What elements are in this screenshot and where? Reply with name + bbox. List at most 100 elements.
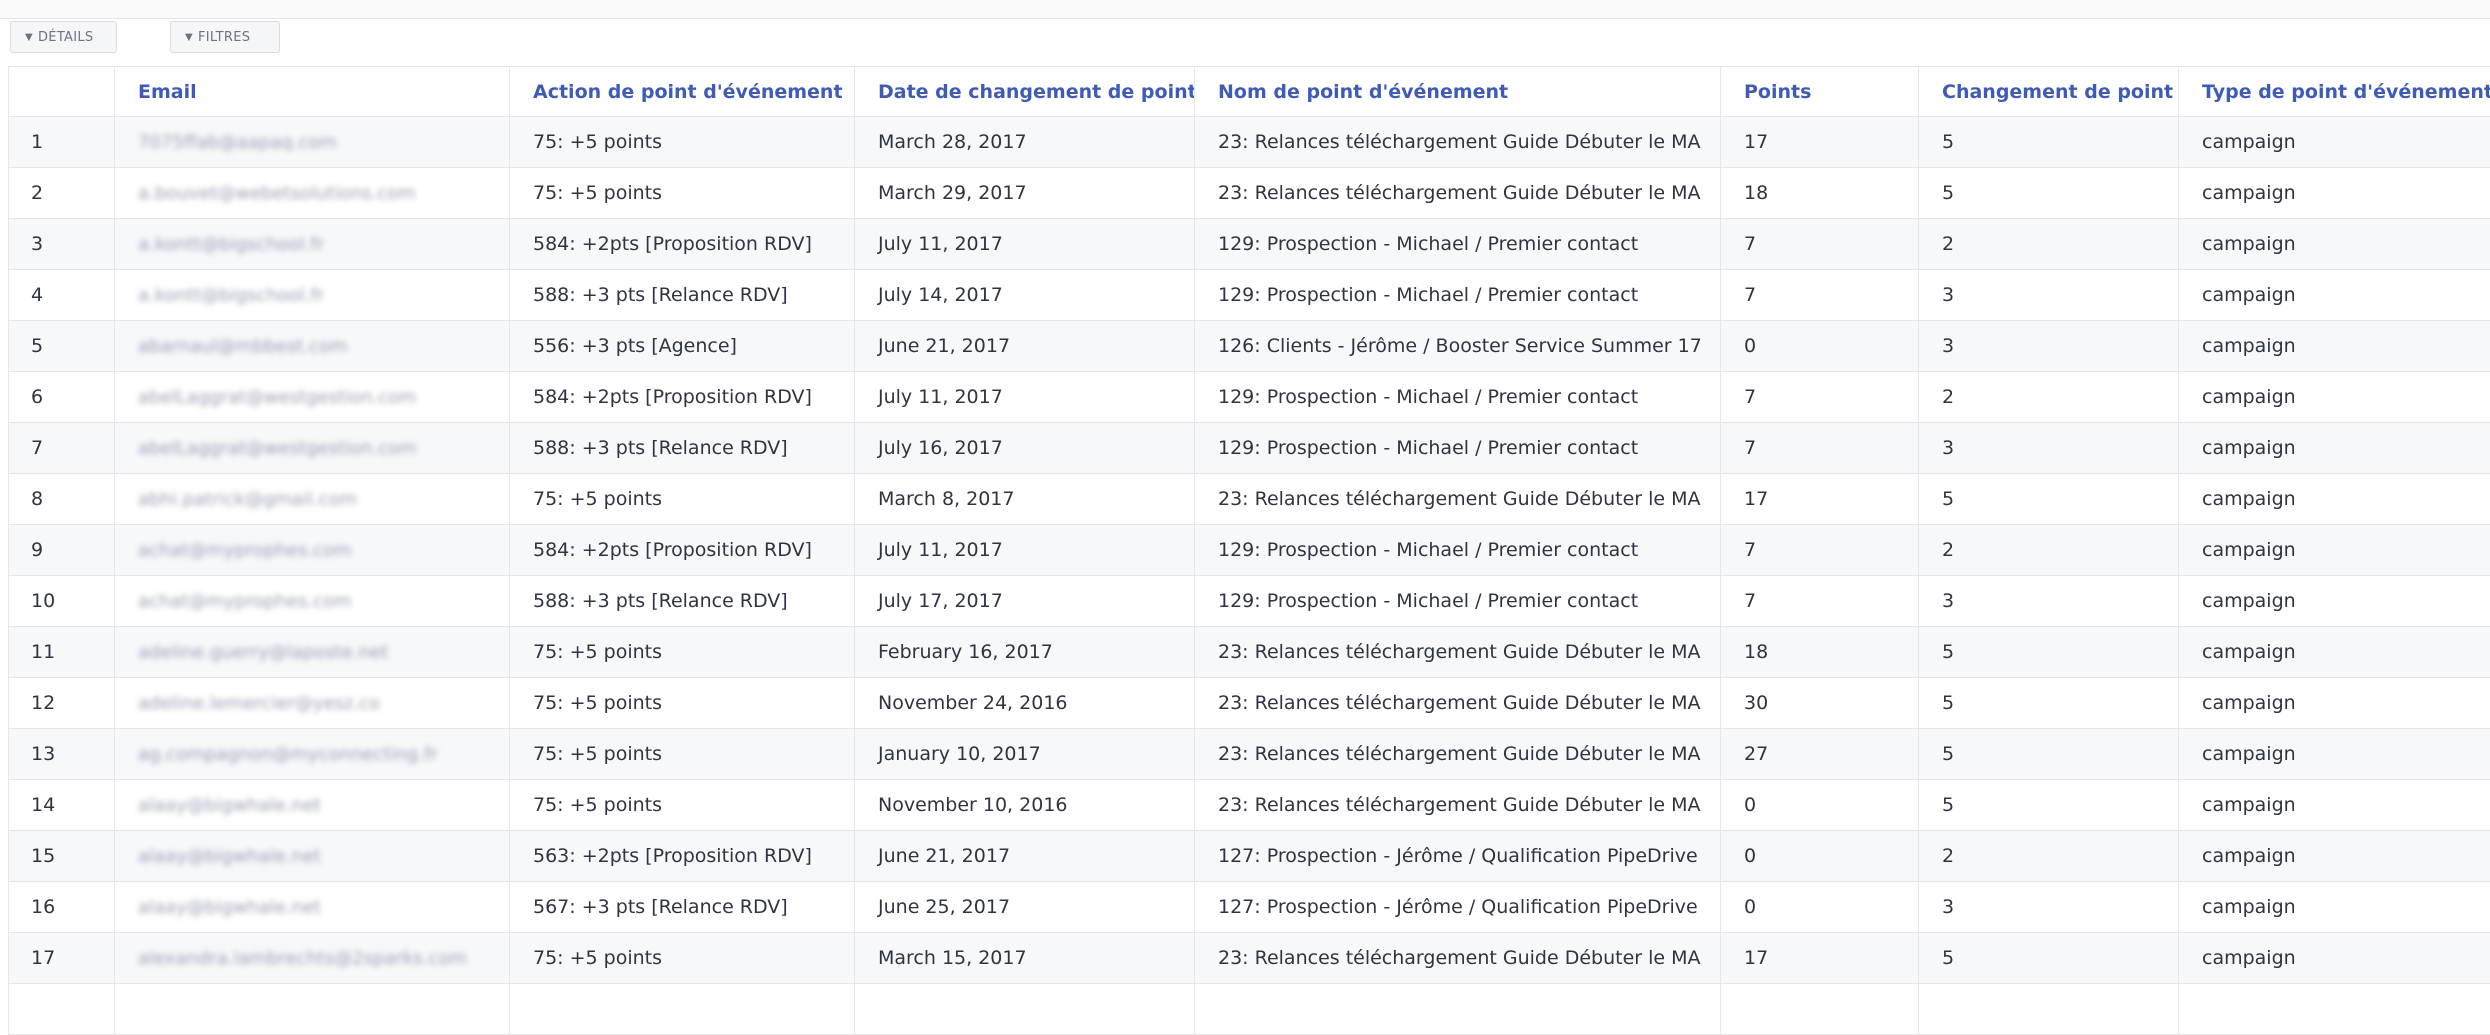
redacted-email: a.bouvet@webetsolutions.com bbox=[138, 183, 416, 204]
row-index: 13 bbox=[9, 729, 115, 780]
point-change-cell: 2 bbox=[1919, 219, 2179, 270]
date-cell: July 14, 2017 bbox=[855, 270, 1195, 321]
details-toggle-button[interactable]: ▼ DÉTAILS bbox=[10, 21, 117, 53]
points-cell: 17 bbox=[1721, 117, 1919, 168]
points-cell: 27 bbox=[1721, 729, 1919, 780]
column-header-points[interactable]: Points bbox=[1721, 67, 1919, 117]
column-header-date[interactable]: Date de changement de point bbox=[855, 67, 1195, 117]
redacted-email: alaay@bigwhale.net bbox=[138, 897, 321, 918]
row-index: 6 bbox=[9, 372, 115, 423]
filters-toggle-button[interactable]: ▼ FILTRES bbox=[170, 21, 280, 53]
event-type-cell: campaign bbox=[2179, 678, 2490, 729]
date-cell: November 10, 2016 bbox=[855, 780, 1195, 831]
points-cell: 17 bbox=[1721, 933, 1919, 984]
date-cell: June 21, 2017 bbox=[855, 321, 1195, 372]
date-cell: July 11, 2017 bbox=[855, 372, 1195, 423]
table-row[interactable]: 5abarnaul@mbbest.com556: +3 pts [Agence]… bbox=[9, 321, 2490, 372]
row-index: 8 bbox=[9, 474, 115, 525]
row-index: 5 bbox=[9, 321, 115, 372]
table-row[interactable]: 3a.kontt@bigschool.fr584: +2pts [Proposi… bbox=[9, 219, 2490, 270]
table-row[interactable]: 2a.bouvet@webetsolutions.com75: +5 point… bbox=[9, 168, 2490, 219]
table-row[interactable]: 6abelLaggrat@westgestion.com584: +2pts [… bbox=[9, 372, 2490, 423]
points-cell: 18 bbox=[1721, 168, 1919, 219]
event-name-cell: 23: Relances téléchargement Guide Débute… bbox=[1195, 474, 1721, 525]
date-cell: March 8, 2017 bbox=[855, 474, 1195, 525]
email-cell: a.kontt@bigschool.fr bbox=[115, 219, 510, 270]
action-cell: 588: +3 pts [Relance RDV] bbox=[510, 423, 855, 474]
table-row[interactable]: 9achat@myprophes.com584: +2pts [Proposit… bbox=[9, 525, 2490, 576]
event-name-cell: 23: Relances téléchargement Guide Débute… bbox=[1195, 780, 1721, 831]
email-cell: alaay@bigwhale.net bbox=[115, 831, 510, 882]
points-cell: 0 bbox=[1721, 321, 1919, 372]
column-header-index[interactable] bbox=[9, 67, 115, 117]
email-cell: abelLaggrat@westgestion.com bbox=[115, 372, 510, 423]
point-change-cell: 3 bbox=[1919, 576, 2179, 627]
date-cell: July 17, 2017 bbox=[855, 576, 1195, 627]
event-type-cell: campaign bbox=[2179, 627, 2490, 678]
table-row[interactable]: 4a.kontt@bigschool.fr588: +3 pts [Relanc… bbox=[9, 270, 2490, 321]
point-change-cell: 2 bbox=[1919, 525, 2179, 576]
results-table: Email Action de point d'événement Date d… bbox=[8, 66, 2490, 1035]
event-name-cell: 127: Prospection - Jérôme / Qualificatio… bbox=[1195, 882, 1721, 933]
row-index: 14 bbox=[9, 780, 115, 831]
column-header-point-change[interactable]: Changement de point bbox=[1919, 67, 2179, 117]
point-change-cell: 2 bbox=[1919, 372, 2179, 423]
event-name-cell: 126: Clients - Jérôme / Booster Service … bbox=[1195, 321, 1721, 372]
date-cell bbox=[855, 984, 1195, 1035]
row-index: 1 bbox=[9, 117, 115, 168]
point-change-cell: 2 bbox=[1919, 831, 2179, 882]
table-row[interactable]: 7abelLaggrat@westgestion.com588: +3 pts … bbox=[9, 423, 2490, 474]
action-cell: 75: +5 points bbox=[510, 627, 855, 678]
action-cell: 75: +5 points bbox=[510, 168, 855, 219]
event-type-cell: campaign bbox=[2179, 423, 2490, 474]
points-cell: 0 bbox=[1721, 831, 1919, 882]
column-header-event-name[interactable]: Nom de point d'événement bbox=[1195, 67, 1721, 117]
row-index: 17 bbox=[9, 933, 115, 984]
column-header-event-type[interactable]: Type de point d'événement bbox=[2179, 67, 2490, 117]
redacted-email: achat@myprophes.com bbox=[138, 540, 352, 561]
points-cell: 7 bbox=[1721, 525, 1919, 576]
event-type-cell: campaign bbox=[2179, 831, 2490, 882]
email-cell: achat@myprophes.com bbox=[115, 576, 510, 627]
event-name-cell: 23: Relances téléchargement Guide Débute… bbox=[1195, 933, 1721, 984]
redacted-email: adeline.lemercier@yesz.co bbox=[138, 693, 380, 714]
email-cell: a.bouvet@webetsolutions.com bbox=[115, 168, 510, 219]
email-cell: abhi.patrick@gmail.com bbox=[115, 474, 510, 525]
event-name-cell: 129: Prospection - Michael / Premier con… bbox=[1195, 219, 1721, 270]
table-row[interactable]: 10achat@myprophes.com588: +3 pts [Relanc… bbox=[9, 576, 2490, 627]
table-row[interactable]: 17075ffab@aapaq.com75: +5 pointsMarch 28… bbox=[9, 117, 2490, 168]
event-name-cell: 23: Relances téléchargement Guide Débute… bbox=[1195, 168, 1721, 219]
action-cell: 588: +3 pts [Relance RDV] bbox=[510, 270, 855, 321]
event-type-cell: campaign bbox=[2179, 525, 2490, 576]
event-type-cell: campaign bbox=[2179, 219, 2490, 270]
points-cell: 7 bbox=[1721, 219, 1919, 270]
event-name-cell: 129: Prospection - Michael / Premier con… bbox=[1195, 270, 1721, 321]
table-row[interactable] bbox=[9, 984, 2490, 1035]
date-cell: February 16, 2017 bbox=[855, 627, 1195, 678]
table-row[interactable]: 11adeline.guerry@laposte.net75: +5 point… bbox=[9, 627, 2490, 678]
column-header-email[interactable]: Email bbox=[115, 67, 510, 117]
row-index: 15 bbox=[9, 831, 115, 882]
column-header-action[interactable]: Action de point d'événement bbox=[510, 67, 855, 117]
row-index: 4 bbox=[9, 270, 115, 321]
table-row[interactable]: 15alaay@bigwhale.net563: +2pts [Proposit… bbox=[9, 831, 2490, 882]
redacted-email: ag.compagnon@myconnecting.fr bbox=[138, 744, 438, 765]
point-change-cell: 5 bbox=[1919, 168, 2179, 219]
redacted-email: abarnaul@mbbest.com bbox=[138, 336, 347, 357]
points-cell: 0 bbox=[1721, 882, 1919, 933]
event-name-cell: 127: Prospection - Jérôme / Qualificatio… bbox=[1195, 831, 1721, 882]
redacted-email: a.kontt@bigschool.fr bbox=[138, 234, 324, 255]
event-name-cell: 23: Relances téléchargement Guide Débute… bbox=[1195, 117, 1721, 168]
table-row[interactable]: 12adeline.lemercier@yesz.co75: +5 points… bbox=[9, 678, 2490, 729]
toolbar: ▼ DÉTAILS ▼ FILTRES bbox=[0, 19, 2490, 63]
action-cell: 584: +2pts [Proposition RDV] bbox=[510, 525, 855, 576]
table-row[interactable]: 16alaay@bigwhale.net567: +3 pts [Relance… bbox=[9, 882, 2490, 933]
event-type-cell: campaign bbox=[2179, 321, 2490, 372]
table-row[interactable]: 14alaay@bigwhale.net75: +5 pointsNovembe… bbox=[9, 780, 2490, 831]
table-row[interactable]: 13ag.compagnon@myconnecting.fr75: +5 poi… bbox=[9, 729, 2490, 780]
event-name-cell: 23: Relances téléchargement Guide Débute… bbox=[1195, 729, 1721, 780]
table-row[interactable]: 8abhi.patrick@gmail.com75: +5 pointsMarc… bbox=[9, 474, 2490, 525]
action-cell: 567: +3 pts [Relance RDV] bbox=[510, 882, 855, 933]
table-row[interactable]: 17alexandra.lambrechts@2sparks.com75: +5… bbox=[9, 933, 2490, 984]
points-cell: 7 bbox=[1721, 372, 1919, 423]
